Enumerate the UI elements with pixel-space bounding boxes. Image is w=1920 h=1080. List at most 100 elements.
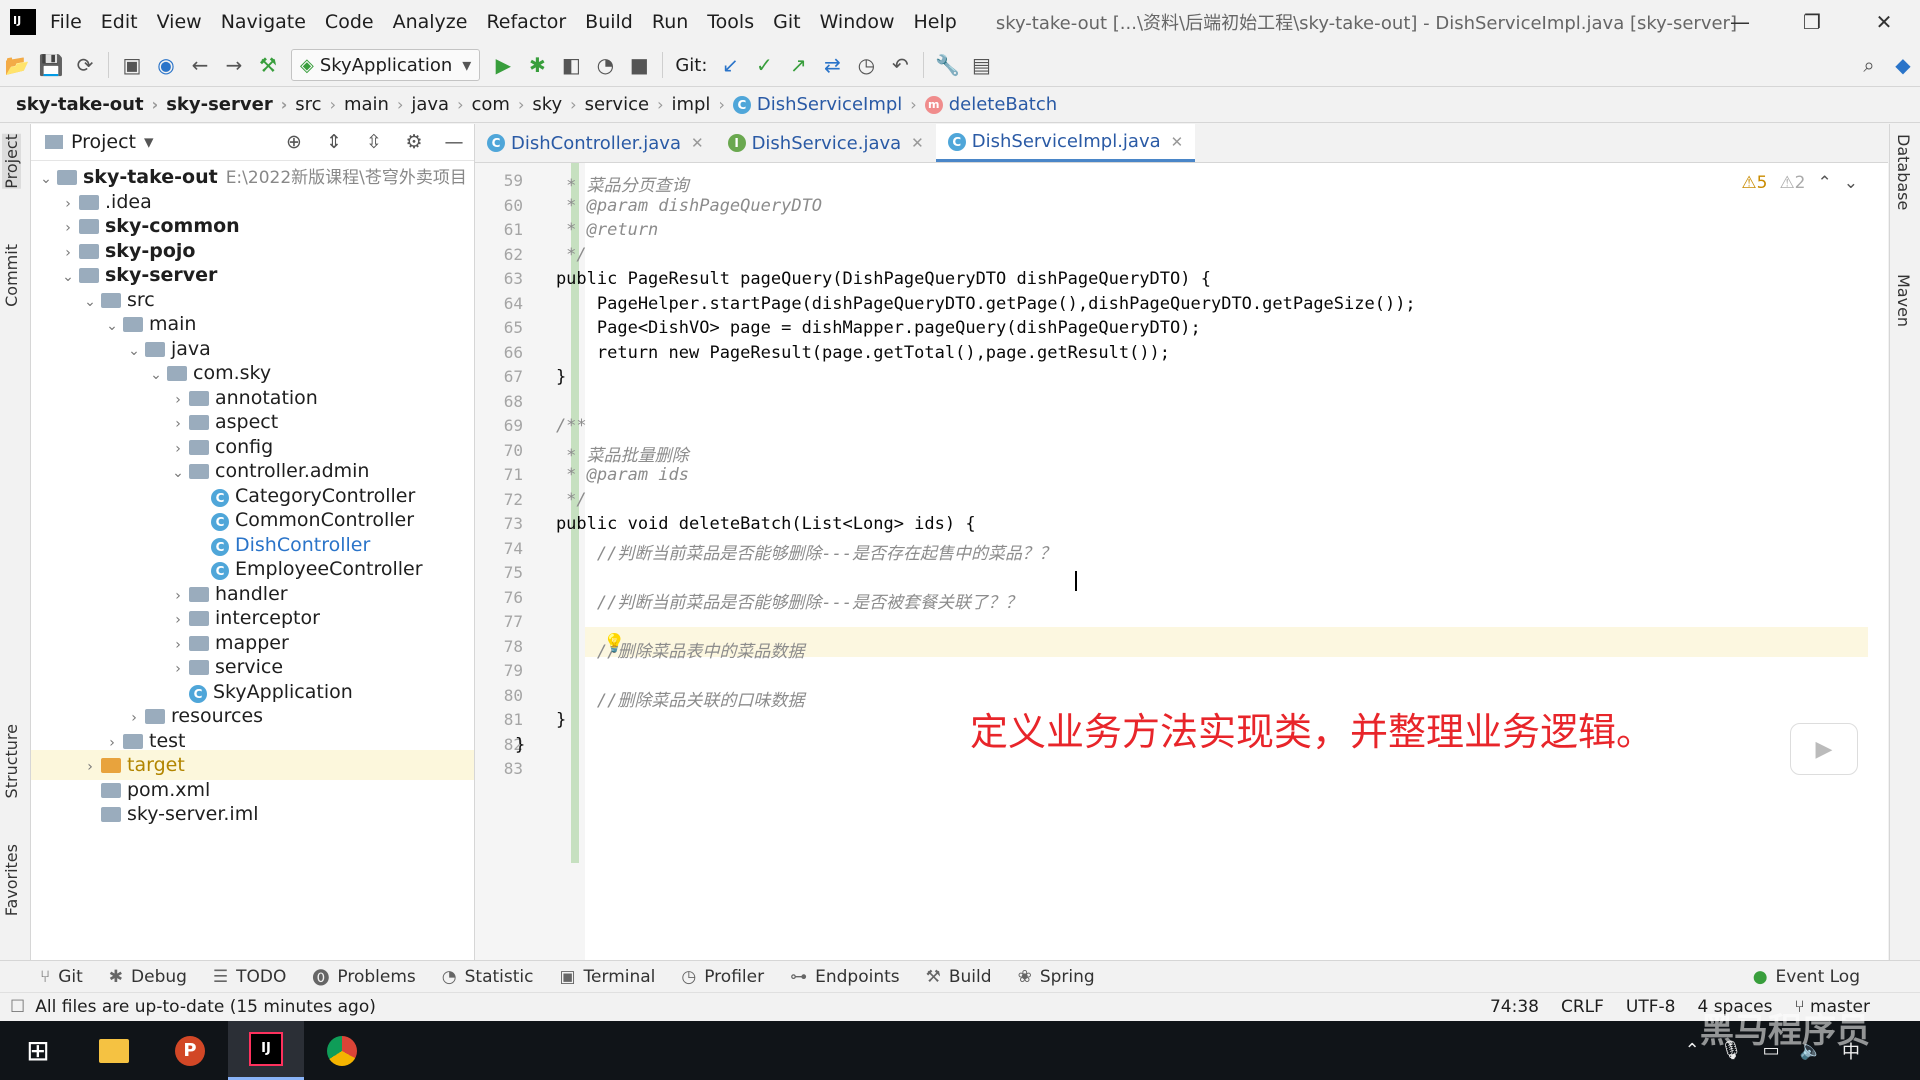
status-square-icon[interactable]: ☐ (10, 997, 25, 1017)
tool-favorites[interactable]: Favorites (2, 844, 21, 916)
git-push-icon[interactable]: ↗ (781, 48, 815, 82)
locate-icon[interactable]: ⊕ (274, 131, 314, 153)
tool-git[interactable]: ⑂ Git (40, 964, 83, 989)
menu-git[interactable]: Git (773, 11, 800, 33)
chrome-icon[interactable] (304, 1021, 380, 1080)
tab-dishcontroller-java[interactable]: C DishController.java ✕ (475, 124, 716, 162)
project-structure-folder-icon[interactable]: ▤ (964, 48, 998, 82)
restore-icon[interactable]: ❐ (1776, 0, 1848, 44)
intellij-taskbar-icon[interactable]: IJ (228, 1021, 304, 1080)
tool-debug[interactable]: ✱ Debug (109, 964, 187, 989)
menu-help[interactable]: Help (913, 11, 956, 33)
expand-all-icon[interactable]: ⇕ (314, 131, 354, 153)
gear-icon[interactable]: ⚙ (394, 131, 434, 153)
project-panel-title[interactable]: Project (71, 131, 136, 153)
build-hammer-icon[interactable]: ⚒ (251, 48, 285, 82)
breadcrumb-item[interactable]: main › (344, 94, 411, 115)
inspection-widget[interactable]: ⚠5 ⚠2 ⌃ ⌄ (1741, 173, 1858, 193)
menu-tools[interactable]: Tools (707, 11, 754, 33)
tool-terminal[interactable]: ▣ Terminal (559, 964, 655, 989)
menu-analyze[interactable]: Analyze (393, 11, 468, 33)
tool-structure[interactable]: Structure (2, 724, 21, 798)
breadcrumb-item[interactable]: sky › (532, 94, 584, 115)
breadcrumb-item[interactable]: java › (411, 94, 471, 115)
close-tab-icon[interactable]: ✕ (1171, 133, 1184, 151)
tool-problems[interactable]: ⓿ Problems (312, 964, 415, 990)
event-log-button[interactable]: ● Event Log (1753, 967, 1860, 987)
breadcrumb-item[interactable]: sky-take-out › (16, 94, 166, 115)
code-editor[interactable]: 59 60 61 62 63 64 65 66 67 68 69 70 71 72 73 74 75 76 77 78… (475, 163, 1888, 960)
powerpoint-icon[interactable]: P (152, 1021, 228, 1080)
hide-icon[interactable]: — (434, 131, 474, 153)
run-icon[interactable]: ▶ (486, 48, 520, 82)
chevron-up-icon[interactable]: ⌃ (1818, 173, 1832, 193)
tool-todo[interactable]: ☰ TODO (213, 964, 287, 989)
play-icon[interactable]: ▶ (1790, 723, 1858, 775)
tool-maven[interactable]: Maven (1894, 274, 1913, 327)
collapse-all-icon[interactable]: ⇳ (354, 131, 394, 153)
chevron-up-icon[interactable]: ⌃ (1685, 1040, 1700, 1061)
caret-position[interactable]: 74:38 (1490, 997, 1539, 1017)
breadcrumb-item[interactable]: src › (295, 94, 344, 115)
menu-edit[interactable]: Edit (101, 11, 138, 33)
tool-spring[interactable]: ❀ Spring (1018, 964, 1095, 989)
class-icon[interactable]: ◉ (149, 48, 183, 82)
sync-icon[interactable]: ⟳ (68, 48, 102, 82)
breadcrumb-item[interactable]: sky-server › (166, 94, 295, 115)
menu-refactor[interactable]: Refactor (486, 11, 566, 33)
menu-build[interactable]: Build (585, 11, 633, 33)
stop-icon[interactable]: ■ (622, 48, 656, 82)
coverage-icon[interactable]: ◧ (554, 48, 588, 82)
chevron-down-icon[interactable]: ▾ (144, 131, 154, 153)
tool-profiler[interactable]: ◷ Profiler (681, 964, 764, 989)
project-structure-icon[interactable]: ▣ (115, 48, 149, 82)
windows-start-icon[interactable]: ⊞ (0, 1021, 76, 1080)
lightbulb-icon[interactable]: 💡 (603, 633, 625, 654)
menu-file[interactable]: File (50, 11, 82, 33)
debug-icon[interactable]: ✱ (520, 48, 554, 82)
tab-dishservice-java[interactable]: I DishService.java ✕ (716, 124, 936, 162)
menu-navigate[interactable]: Navigate (221, 11, 306, 33)
breadcrumb-item[interactable]: com › (472, 94, 533, 115)
tool-database[interactable]: Database (1894, 134, 1913, 210)
tool-project[interactable]: Project (2, 134, 21, 189)
save-all-icon[interactable]: 💾 (34, 48, 68, 82)
file-explorer-icon[interactable] (76, 1021, 152, 1080)
forward-icon[interactable]: → (217, 48, 251, 82)
close-icon[interactable]: ✕ (1848, 0, 1920, 44)
menu-run[interactable]: Run (652, 11, 688, 33)
git-update-icon[interactable]: ↙ (713, 48, 747, 82)
chevron-down-icon[interactable]: ⌄ (1844, 173, 1858, 193)
tool-statistic[interactable]: ◔ Statistic (442, 964, 534, 989)
close-tab-icon[interactable]: ✕ (911, 134, 924, 152)
history-icon[interactable]: ◷ (849, 48, 883, 82)
profile-icon[interactable]: ◔ (588, 48, 622, 82)
rollback-icon[interactable]: ↶ (883, 48, 917, 82)
file-encoding[interactable]: UTF-8 (1626, 997, 1676, 1017)
breadcrumb-item[interactable]: impl › (671, 94, 732, 115)
search-icon[interactable]: ⌕ (1852, 48, 1886, 82)
breadcrumb-item[interactable]: m deleteBatch (924, 94, 1057, 115)
breadcrumb-item[interactable]: C DishServiceImpl › (732, 94, 925, 115)
line-separator[interactable]: CRLF (1561, 997, 1604, 1017)
back-icon[interactable]: ← (183, 48, 217, 82)
menu-window[interactable]: Window (820, 11, 895, 33)
open-folder-icon[interactable]: 📂 (0, 48, 34, 82)
breadcrumb-item[interactable]: service › (585, 94, 672, 115)
minimize-icon[interactable]: — (1704, 0, 1776, 44)
git-commit-icon[interactable]: ✓ (747, 48, 781, 82)
tool-build[interactable]: ⚒ Build (926, 964, 992, 989)
run-configuration-select[interactable]: ◈ SkyApplication ▾ (291, 49, 481, 81)
close-tab-icon[interactable]: ✕ (691, 134, 704, 152)
tree-item[interactable]: sky-server.iml (31, 799, 259, 829)
tool-endpoints[interactable]: ⊶ Endpoints (790, 964, 900, 989)
plugin-icon[interactable]: ◆ (1886, 48, 1920, 82)
chevron-right-icon: › (910, 95, 917, 114)
menu-code[interactable]: Code (325, 11, 374, 33)
menu-view[interactable]: View (157, 11, 202, 33)
tab-dishserviceimpl-java[interactable]: C DishServiceImpl.java ✕ (935, 124, 1196, 162)
settings-wrench-icon[interactable]: 🔧 (930, 48, 964, 82)
tool-commit[interactable]: Commit (2, 244, 21, 307)
folder-icon (189, 635, 209, 651)
git-compare-icon[interactable]: ⇄ (815, 48, 849, 82)
